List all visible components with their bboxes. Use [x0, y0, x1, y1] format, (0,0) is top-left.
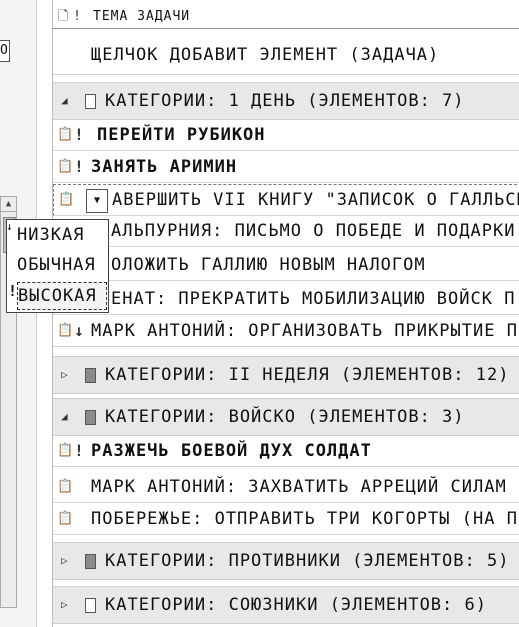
category-color-icon — [85, 94, 96, 109]
task-row[interactable]: 📋 ПОБЕРЕЖЬЕ: ОТПРАВИТЬ ТРИ КОГОРТЫ (НА П… — [53, 504, 519, 535]
task-subject[interactable]: ЗАНЯТЬ АРИМИН — [91, 152, 237, 182]
task-row[interactable]: ЕНАТ: ПРЕКРАТИТЬ МОБИЛИЗАЦИЮ ВОЙСК П — [53, 284, 519, 315]
triangle-right-icon[interactable]: ▷ — [61, 357, 68, 393]
task-subject[interactable]: ПЕРЕЙТИ РУБИКОН — [97, 120, 266, 150]
group-label: КАТЕГОРИИ: ВОЙСКО (ЭЛЕМЕНТОВ: 3) — [105, 407, 465, 427]
category-color-icon — [85, 368, 96, 383]
group-header[interactable]: ▷ КАТЕГОРИИ: II НЕДЕЛЯ (ЭЛЕМЕНТОВ: 12) — [53, 356, 519, 394]
group-label: КАТЕГОРИИ: СОЮЗНИКИ (ЭЛЕМЕНТОВ: 6) — [105, 595, 487, 615]
priority-option-low[interactable]: НИЗКАЯ — [17, 222, 105, 248]
task-row[interactable]: АЛЬПУРНИЯ: ПИСЬМО О ПОБЕДЕ И ПОДАРКИ — [53, 216, 519, 247]
low-priority-arrow-icon: ↓ — [6, 220, 13, 233]
group-label: КАТЕГОРИИ: ПРОТИВНИКИ (ЭЛЕМЕНТОВ: 5) — [105, 551, 510, 571]
group-label: КАТЕГОРИИ: II НЕДЕЛЯ (ЭЛЕМЕНТОВ: 12) — [105, 365, 510, 385]
group-header[interactable]: ▷ КАТЕГОРИИ: СОЮЗНИКИ (ЭЛЕМЕНТОВ: 6) — [53, 586, 519, 624]
task-row[interactable]: 📋 ! ПЕРЕЙТИ РУБИКОН — [53, 120, 519, 151]
task-subject[interactable]: ПОБЕРЕЖЬЕ: ОТПРАВИТЬ ТРИ КОГОРТЫ (НА ПИ — [91, 504, 519, 534]
high-priority-icon: ! — [8, 282, 18, 300]
priority-column-header[interactable]: ! — [71, 6, 83, 28]
task-clipboard-icon: 📋 — [57, 159, 74, 174]
priority-option-high[interactable]: ВЫСОКАЯ — [17, 282, 107, 310]
column-header: 🗋 ! ТЕМА ЗАДАЧИ — [53, 6, 519, 29]
task-clipboard-icon: 📋 — [57, 127, 74, 142]
task-row[interactable]: 📋 МАРК АНТОНИЙ: ЗАХВАТИТЬ АРРЕЦИЙ СИЛАМ — [53, 472, 519, 503]
subject-column-header[interactable]: ТЕМА ЗАДАЧИ — [93, 6, 190, 28]
group-header[interactable]: ◢ КАТЕГОРИИ: ВОЙСКО (ЭЛЕМЕНТОВ: 3) — [53, 398, 519, 436]
group-header[interactable]: ▷ КАТЕГОРИИ: ПРОТИВНИКИ (ЭЛЕМЕНТОВ: 5) — [53, 542, 519, 580]
low-priority-arrow-icon[interactable]: ↓ — [73, 316, 85, 346]
task-subject[interactable]: РАЗЖЕЧЬ БОЕВОЙ ДУХ СОЛДАТ — [91, 436, 372, 466]
task-subject[interactable]: АВЕРШИТЬ VII КНИГУ "ЗАПИСОК О ГАЛЛЬСКОЙ — [112, 185, 519, 215]
category-color-icon — [85, 598, 96, 613]
left-pane: O ▲ — [0, 0, 37, 627]
task-clipboard-icon: 📋 — [57, 511, 74, 526]
triangle-right-icon[interactable]: ▷ — [61, 543, 68, 579]
scroll-up-icon[interactable]: ▲ — [1, 197, 16, 212]
task-row[interactable]: 📋 ! РАЗЖЕЧЬ БОЕВОЙ ДУХ СОЛДАТ — [53, 436, 519, 467]
task-row[interactable]: ОЛОЖИТЬ ГАЛЛИЮ НОВЫМ НАЛОГОМ — [53, 250, 519, 281]
left-search-input[interactable]: O — [0, 40, 10, 62]
triangle-down-icon[interactable]: ◢ — [61, 83, 68, 119]
priority-option-normal[interactable]: ОБЫЧНАЯ — [17, 252, 105, 278]
priority-icon[interactable]: ! — [73, 152, 85, 182]
chevron-down-icon[interactable]: ▼ — [94, 195, 100, 206]
priority-icon[interactable]: ! — [73, 436, 85, 466]
document-icon[interactable]: 🗋 — [55, 6, 71, 28]
priority-dropdown-menu: ↓ НИЗКАЯ ОБЫЧНАЯ ! ВЫСОКАЯ — [6, 219, 109, 313]
task-row[interactable]: 📋 ↓ МАРК АНТОНИЙ: ОРГАНИЗОВАТЬ ПРИКРЫТИЕ… — [53, 316, 519, 347]
triangle-right-icon[interactable]: ▷ — [61, 587, 68, 623]
task-clipboard-icon: 📋 — [57, 479, 74, 494]
group-header[interactable]: ◢ КАТЕГОРИИ: 1 ДЕНЬ (ЭЛЕМЕНТОВ: 7) — [53, 82, 519, 120]
task-clipboard-icon: 📋 — [58, 192, 75, 207]
new-task-prompt[interactable]: ЩЕЛЧОК ДОБАВИТ ЭЛЕМЕНТ (ЗАДАЧА) — [91, 36, 439, 74]
task-clipboard-icon: 📋 — [57, 443, 74, 458]
category-color-icon — [85, 554, 96, 569]
task-row-editing[interactable]: 📋 АВЕРШИТЬ VII КНИГУ "ЗАПИСОК О ГАЛЛЬСКО… — [53, 184, 519, 216]
new-task-row[interactable]: ЩЕЛЧОК ДОБАВИТ ЭЛЕМЕНТ (ЗАДАЧА) — [53, 36, 519, 75]
task-subject[interactable]: МАРК АНТОНИЙ: ЗАХВАТИТЬ АРРЕЦИЙ СИЛАМ — [91, 472, 507, 502]
triangle-down-icon[interactable]: ◢ — [61, 399, 68, 435]
priority-dropdown-button[interactable]: ▼ — [86, 189, 108, 213]
task-subject[interactable]: МАРК АНТОНИЙ: ОРГАНИЗОВАТЬ ПРИКРЫТИЕ П — [91, 316, 518, 346]
category-color-icon — [85, 410, 96, 425]
task-subject[interactable]: ОЛОЖИТЬ ГАЛЛИЮ НОВЫМ НАЛОГОМ — [111, 250, 426, 280]
task-subject[interactable]: ЕНАТ: ПРЕКРАТИТЬ МОБИЛИЗАЦИЮ ВОЙСК П — [111, 284, 515, 314]
task-list: 🗋 ! ТЕМА ЗАДАЧИ ЩЕЛЧОК ДОБАВИТ ЭЛЕМЕНТ (… — [52, 0, 519, 627]
task-row[interactable]: 📋 ! ЗАНЯТЬ АРИМИН — [53, 152, 519, 183]
task-subject[interactable]: АЛЬПУРНИЯ: ПИСЬМО О ПОБЕДЕ И ПОДАРКИ — [111, 216, 515, 246]
priority-icon[interactable]: ! — [73, 120, 85, 150]
group-label: КАТЕГОРИИ: 1 ДЕНЬ (ЭЛЕМЕНТОВ: 7) — [105, 91, 465, 111]
task-clipboard-icon: 📋 — [57, 323, 74, 338]
